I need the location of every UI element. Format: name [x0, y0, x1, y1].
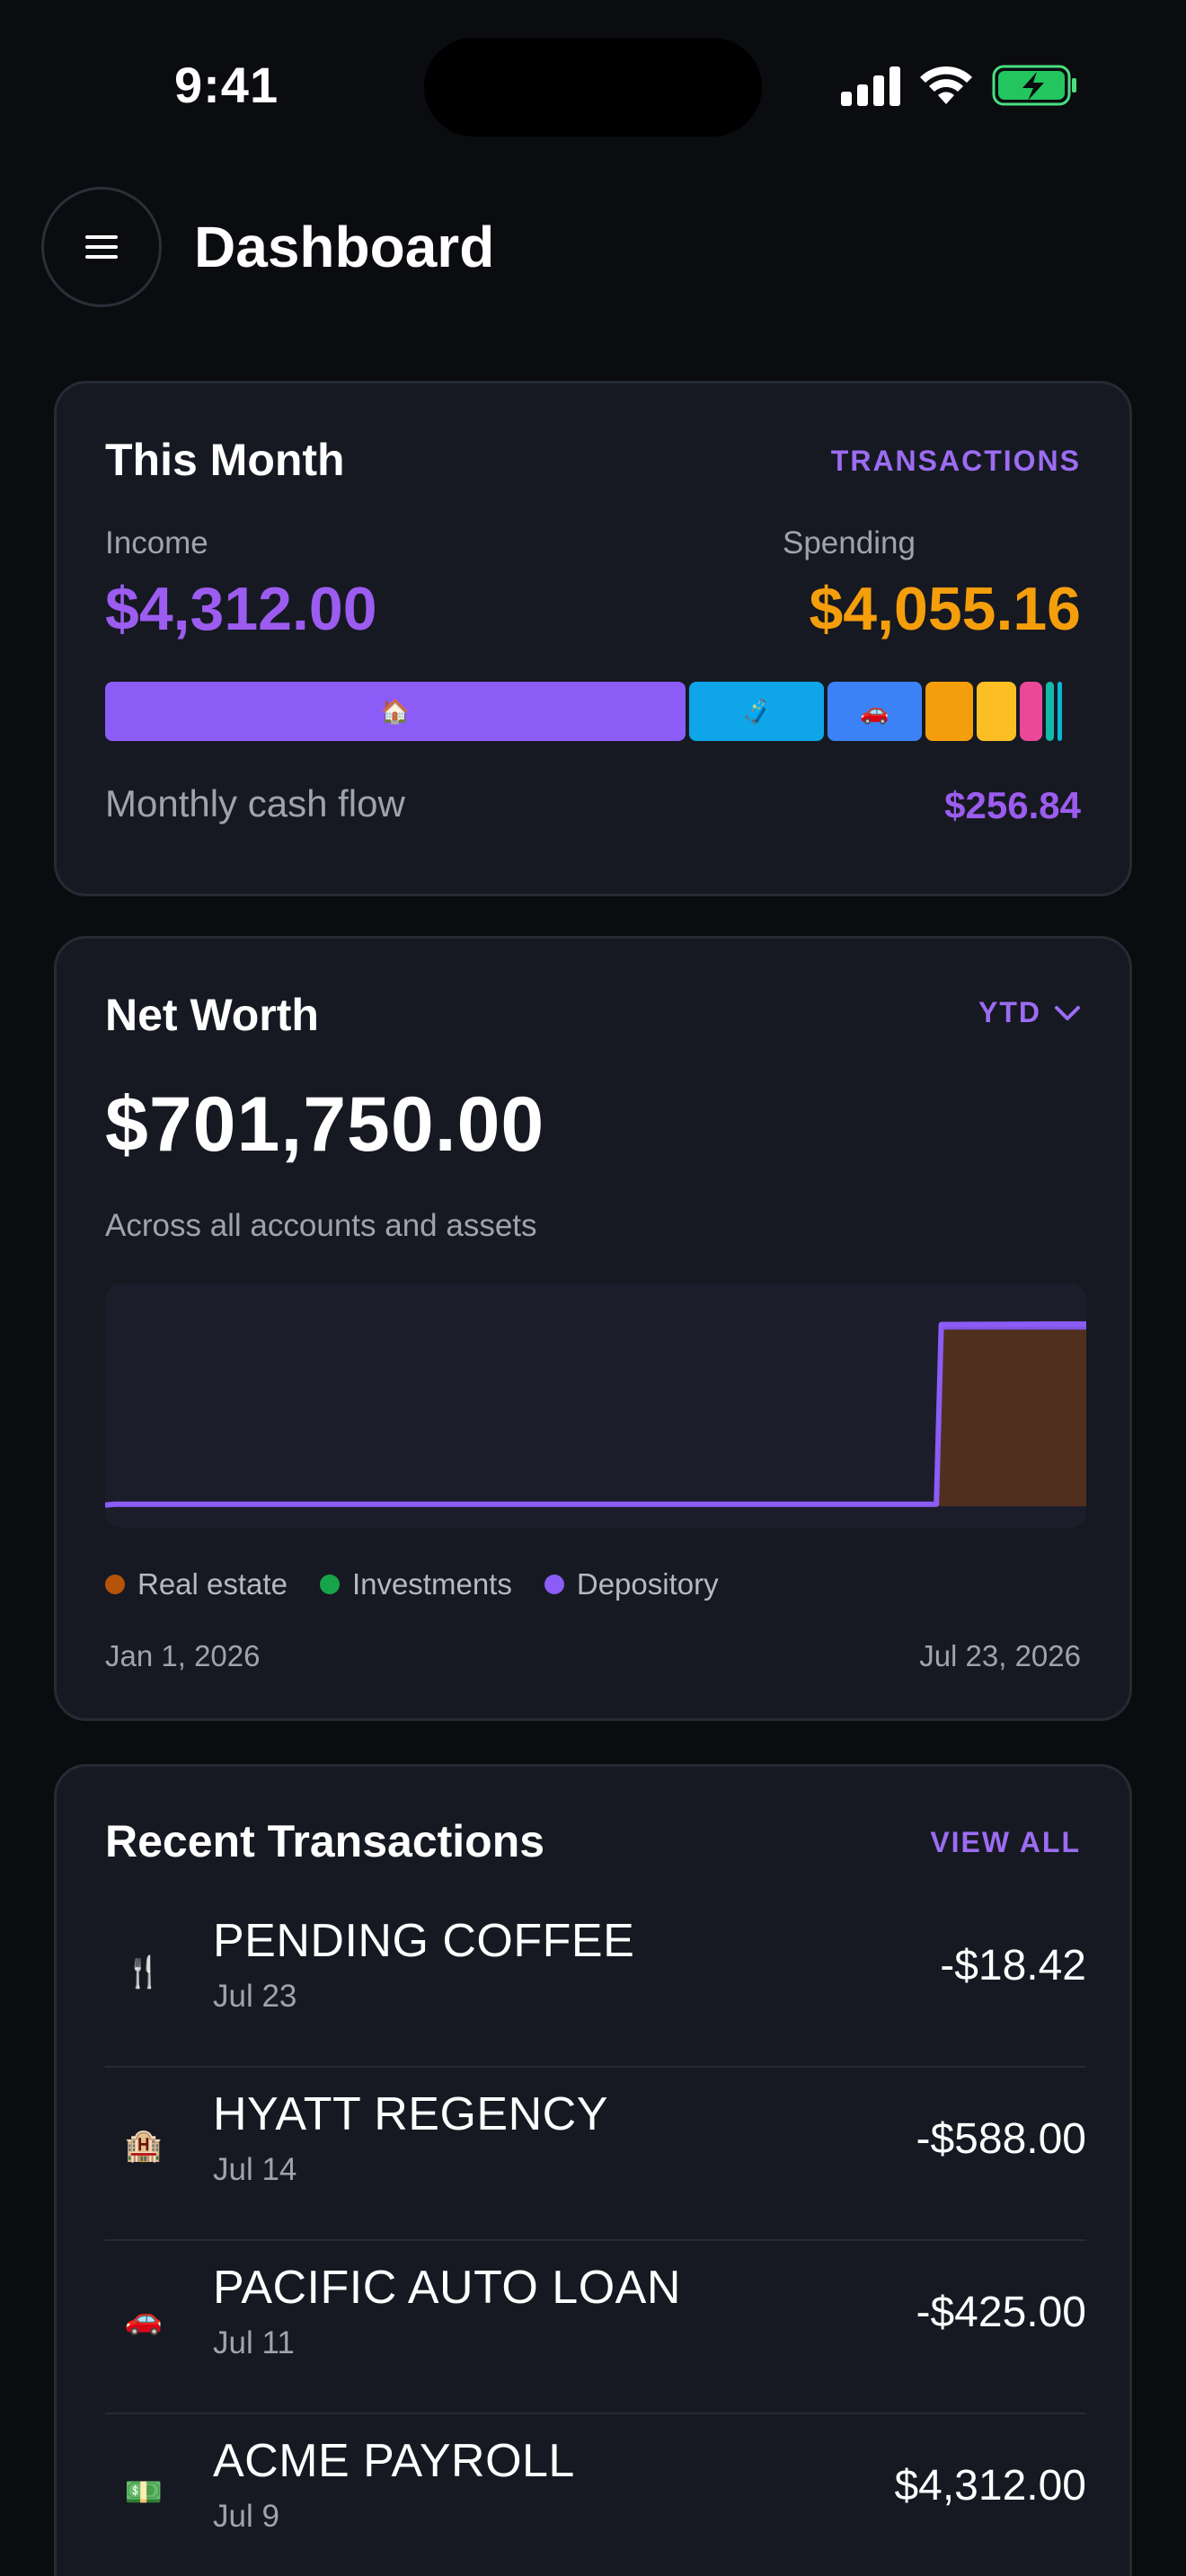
- chart-end-date: Jul 23, 2026: [919, 1639, 1081, 1672]
- transaction-name: PENDING COFFEE: [213, 1915, 635, 1967]
- status-bar: 9:41: [0, 0, 1186, 171]
- view-all-link[interactable]: VIEW ALL: [930, 1826, 1081, 1859]
- transaction-date: Jul 23: [213, 1979, 297, 2014]
- transactions-link[interactable]: TRANSACTIONS: [831, 445, 1081, 478]
- income-label: Income: [105, 525, 208, 560]
- category-auto-icon: 🚗: [860, 697, 890, 725]
- range-label: YTD: [978, 996, 1041, 1028]
- chart-point: [1046, 1322, 1049, 1327]
- legend-dot: [319, 1575, 340, 1594]
- category-segment-auto[interactable]: 🚗: [827, 682, 922, 741]
- fork-knife-icon: 🍴: [124, 1955, 164, 1989]
- legend-dot: [544, 1575, 564, 1594]
- category-travel-icon: 🧳: [741, 697, 771, 725]
- cashflow-value: $256.84: [944, 784, 1081, 826]
- transaction-row[interactable]: 💵 ACME PAYROLL Jul 9 $4,312.00: [105, 2414, 1086, 2576]
- spending-label: Spending: [783, 525, 916, 560]
- net-worth-line: [105, 1321, 1086, 1508]
- wifi-icon: [920, 66, 972, 104]
- transaction-name: ACME PAYROLL: [213, 2435, 575, 2487]
- category-segment-other-2[interactable]: [976, 682, 1016, 741]
- legend-item: Real estate: [105, 1567, 288, 1601]
- income-amount: $4,312.00: [105, 575, 377, 643]
- chevron-down-icon: [1055, 1005, 1080, 1020]
- chart-point: [939, 1322, 943, 1327]
- category-segment-other-5[interactable]: [1058, 682, 1063, 741]
- dynamic-island: [424, 38, 762, 137]
- cashflow-label: Monthly cash flow: [105, 782, 405, 825]
- net-worth-title: Net Worth: [105, 990, 319, 1040]
- transaction-amount: -$588.00: [916, 2115, 1087, 2163]
- cash-icon: 💵: [124, 2475, 164, 2510]
- category-segment-other-3[interactable]: [1019, 682, 1043, 741]
- page-title: Dashboard: [194, 215, 495, 279]
- transaction-date: Jul 9: [213, 2499, 279, 2534]
- chart-point: [112, 1502, 117, 1506]
- legend-label: Real estate: [137, 1567, 288, 1601]
- menu-button[interactable]: [41, 187, 162, 307]
- category-housing-icon: 🏠: [380, 697, 411, 725]
- car-icon: 🚗: [124, 2302, 164, 2336]
- net-worth-value: $701,750.00: [105, 1081, 545, 1168]
- net-worth-chart-svg: [105, 1321, 1086, 1508]
- category-segment-housing[interactable]: 🏠: [105, 682, 686, 741]
- this-month-card: This Month TRANSACTIONS Income Spending …: [54, 381, 1132, 896]
- transaction-row[interactable]: 🚗 PACIFIC AUTO LOAN Jul 11 -$425.00: [105, 2241, 1086, 2414]
- spending-amount: $4,055.16: [809, 575, 1081, 643]
- recent-transactions-title: Recent Transactions: [105, 1816, 545, 1866]
- transaction-name: HYATT REGENCY: [213, 2088, 608, 2140]
- transaction-date: Jul 11: [213, 2325, 295, 2360]
- chart-legend: Real estate Investments Depository: [105, 1567, 719, 1601]
- net-worth-subtitle: Across all accounts and assets: [105, 1208, 537, 1243]
- hamburger-menu-icon: [85, 235, 118, 259]
- category-segment-travel[interactable]: 🧳: [688, 682, 824, 741]
- category-segment-other-4[interactable]: [1046, 682, 1055, 741]
- legend-item: Depository: [544, 1567, 719, 1601]
- legend-label: Investments: [351, 1567, 512, 1601]
- recent-transactions-card: Recent Transactions VIEW ALL 🍴 PENDING CO…: [54, 1764, 1132, 2576]
- net-worth-card: Net Worth YTD $701,750.00 Across all acc…: [54, 936, 1132, 1721]
- legend-label: Depository: [576, 1567, 719, 1601]
- this-month-title: This Month: [105, 435, 345, 485]
- transaction-row[interactable]: 🍴 PENDING COFFEE Jul 23 -$18.42: [105, 1894, 1086, 2068]
- hotel-icon: 🏨: [124, 2129, 164, 2163]
- legend-item: Investments: [319, 1567, 512, 1601]
- transaction-amount: -$425.00: [916, 2289, 1087, 2336]
- spending-category-bar[interactable]: 🏠 🧳 🚗: [105, 682, 1086, 741]
- transaction-name: PACIFIC AUTO LOAN: [213, 2262, 681, 2314]
- transaction-row[interactable]: 🏨 HYATT REGENCY Jul 14 -$588.00: [105, 2068, 1086, 2241]
- range-selector[interactable]: YTD: [978, 996, 1081, 1029]
- chart-point: [934, 1502, 939, 1506]
- status-time: 9:41: [174, 57, 279, 113]
- battery-charging-icon: [992, 65, 1076, 106]
- cellular-signal-icon: [841, 66, 900, 106]
- chart-start-date: Jan 1, 2026: [105, 1639, 261, 1672]
- transaction-date: Jul 14: [213, 2152, 297, 2187]
- category-segment-other-1[interactable]: [925, 682, 973, 741]
- transaction-list: 🍴 PENDING COFFEE Jul 23 -$18.42 🏨 HYATT REGEN…: [105, 1894, 1086, 2576]
- transaction-amount: $4,312.00: [894, 2462, 1086, 2510]
- legend-dot: [105, 1575, 125, 1594]
- net-worth-chart[interactable]: [105, 1284, 1086, 1528]
- transaction-amount: -$18.42: [940, 1942, 1086, 1989]
